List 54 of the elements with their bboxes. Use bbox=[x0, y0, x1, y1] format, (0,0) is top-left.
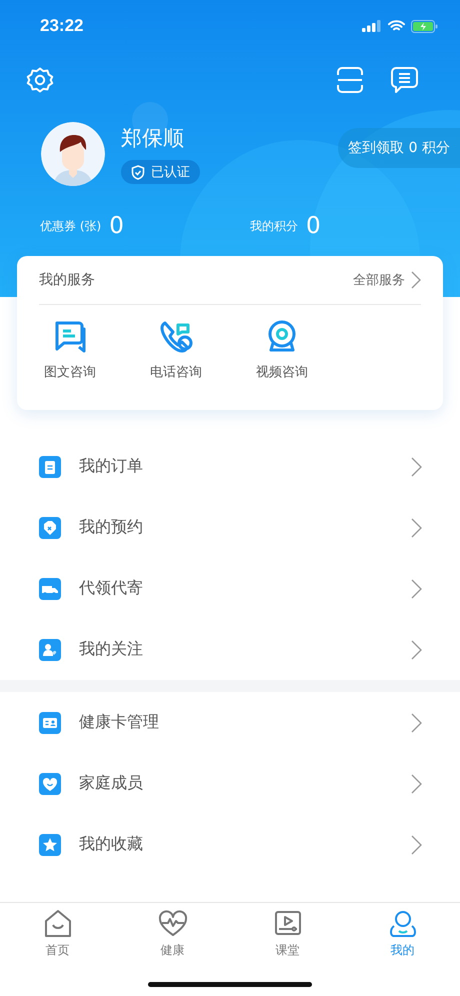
phone-icon bbox=[158, 319, 194, 355]
service-item[interactable]: 视频咨询 bbox=[229, 319, 335, 381]
truck-icon bbox=[39, 578, 61, 600]
signal-icon bbox=[362, 20, 382, 32]
verified-label: 已认证 bbox=[151, 164, 190, 181]
battery-icon bbox=[411, 20, 438, 32]
shield-check-icon bbox=[131, 164, 145, 180]
menu-item[interactable]: 家庭成员 bbox=[0, 753, 460, 814]
tag-icon bbox=[39, 516, 61, 538]
scan-icon[interactable] bbox=[337, 67, 363, 93]
chevron-right-icon bbox=[411, 271, 421, 289]
chevron-right-icon bbox=[411, 774, 422, 794]
chevron-right-icon bbox=[411, 456, 422, 476]
service-item[interactable]: 图文咨询 bbox=[17, 319, 123, 381]
wifi-icon bbox=[388, 20, 405, 32]
service-label: 视频咨询 bbox=[256, 364, 308, 381]
menu-label: 健康卡管理 bbox=[79, 712, 159, 733]
chevron-right-icon bbox=[411, 640, 422, 660]
chevron-right-icon bbox=[411, 518, 422, 538]
user-name: 郑保顺 bbox=[121, 125, 184, 152]
chevron-right-icon bbox=[411, 578, 422, 598]
service-item[interactable]: 电话咨询 bbox=[123, 319, 229, 381]
menu-item[interactable]: 代领代寄 bbox=[0, 558, 460, 619]
menu-item[interactable]: 我的收藏 bbox=[0, 814, 460, 875]
clipboard-icon bbox=[39, 456, 61, 478]
tab[interactable]: 课堂 bbox=[230, 903, 345, 996]
menu-label: 我的关注 bbox=[79, 639, 143, 660]
status-time: 23:22 bbox=[40, 16, 84, 36]
menu-item[interactable]: 我的关注 bbox=[0, 619, 460, 680]
tab[interactable]: 首页 bbox=[0, 903, 115, 996]
chevron-right-icon bbox=[411, 712, 422, 732]
menu-item[interactable]: 我的预约 bbox=[0, 497, 460, 558]
section-title: 我的服务 bbox=[39, 271, 95, 289]
person-icon bbox=[39, 638, 61, 660]
chevron-right-icon bbox=[411, 834, 422, 854]
heart-pulse-icon bbox=[158, 909, 188, 939]
menu-item[interactable]: 我的订单 bbox=[0, 436, 460, 497]
id-card-icon bbox=[39, 712, 61, 734]
stat-label: 优惠券 (张) bbox=[40, 218, 102, 234]
menu-label: 代领代寄 bbox=[79, 578, 143, 599]
menu-label: 我的收藏 bbox=[79, 834, 143, 855]
menu-item[interactable]: 健康卡管理 bbox=[0, 692, 460, 753]
stat-label: 我的积分 bbox=[250, 218, 298, 234]
home-icon bbox=[42, 909, 72, 939]
settings-icon[interactable] bbox=[26, 66, 54, 94]
service-label: 图文咨询 bbox=[44, 364, 96, 381]
menu-label: 我的预约 bbox=[79, 517, 143, 538]
tab[interactable]: 健康 bbox=[115, 903, 230, 996]
all-services-link[interactable]: 全部服务 bbox=[353, 271, 421, 289]
menu-label: 我的订单 bbox=[79, 456, 143, 477]
person-icon bbox=[388, 909, 418, 939]
service-label: 电话咨询 bbox=[150, 364, 202, 381]
menu-label: 家庭成员 bbox=[79, 773, 143, 794]
message-icon[interactable] bbox=[391, 67, 418, 93]
